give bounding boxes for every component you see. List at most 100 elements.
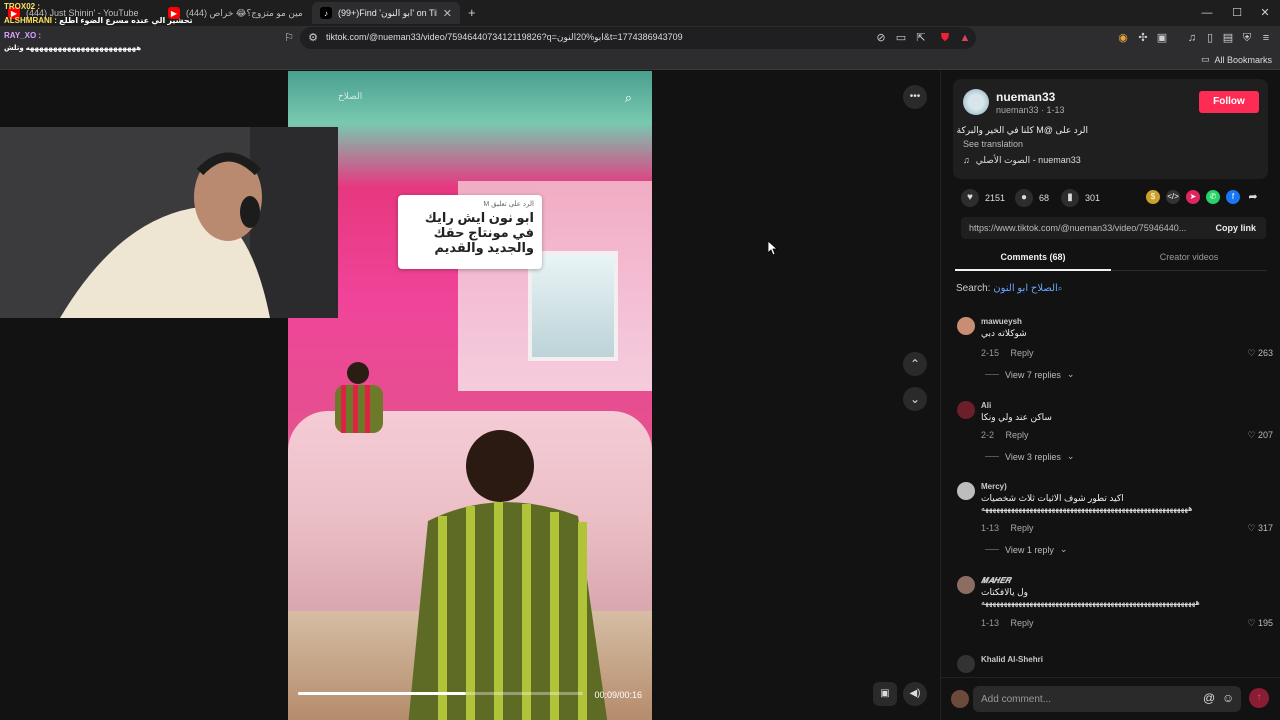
comment-item: Khalid Al-Shehri xyxy=(955,655,1273,675)
chat-message: تحشير الي عنده مسرع الضوء اطلع xyxy=(59,16,193,25)
view-replies-label: View 3 replies xyxy=(1005,451,1061,462)
cast-icon[interactable]: ▭ xyxy=(894,31,908,45)
search-label: Search: xyxy=(956,283,991,294)
save-count: 301 xyxy=(1085,193,1101,203)
chevron-down-icon: ⌄ xyxy=(1066,369,1075,379)
video-search-text[interactable]: الصلاح xyxy=(338,91,362,102)
comment-username[interactable]: Mercy) xyxy=(981,482,1007,491)
comment-username[interactable]: Khalid Al-Shehri xyxy=(981,655,1043,664)
extensions-puzzle-icon[interactable]: ✣ xyxy=(1136,31,1150,45)
volume-button[interactable]: ◀) xyxy=(903,682,927,706)
url-text: tiktok.com/@nueman33/video/7594644073412… xyxy=(326,32,683,42)
copy-link-button[interactable]: Copy link xyxy=(1215,223,1256,233)
site-info-icon[interactable]: ⚙ xyxy=(306,31,320,45)
tab-tiktok[interactable]: ♪ (99+)Find 'ابو النون' on TikTok ✕ xyxy=(312,2,460,24)
music-note-icon: ♫ xyxy=(963,155,970,165)
tab-comments[interactable]: Comments (68) xyxy=(955,252,1111,262)
video-scene-person-1 xyxy=(335,362,383,433)
minimize-button[interactable]: — xyxy=(1192,4,1222,22)
like-button[interactable]: ♥ 2151 xyxy=(961,189,1005,207)
whatsapp-icon[interactable]: ✆ xyxy=(1206,190,1220,204)
reply-button[interactable]: Reply xyxy=(1011,348,1034,358)
comment-item: Mercy) اكيد تطور شوف الاثيات ثلاث شخصيات… xyxy=(955,482,1273,562)
share-page-icon[interactable]: ⇱ xyxy=(914,31,928,45)
view-replies-label: View 1 reply xyxy=(1005,544,1054,555)
tab-creator-videos[interactable]: Creator videos xyxy=(1111,252,1267,262)
video-scene-person-2 xyxy=(408,430,608,720)
pip-button[interactable]: ▣ xyxy=(873,682,897,706)
comment-icon: ● xyxy=(1015,189,1033,207)
comment-username[interactable]: Ali xyxy=(981,401,991,410)
comment-meta: 2-15 Reply xyxy=(981,348,1034,358)
maximize-button[interactable]: ☐ xyxy=(1222,4,1252,22)
view-replies-button[interactable]: View 3 replies ⌄ xyxy=(985,451,1074,462)
reply-button[interactable]: Reply xyxy=(1011,523,1034,533)
music-link[interactable]: ♫ الصوت الأصلي - nueman33 xyxy=(963,155,1081,166)
next-video-button[interactable]: ⌄ xyxy=(903,387,927,411)
media-icon[interactable]: ♫ xyxy=(1185,31,1199,45)
address-bar[interactable]: ⚙ tiktok.com/@nueman33/video/75946440734… xyxy=(300,27,976,49)
all-bookmarks-button[interactable]: ▭ All Bookmarks xyxy=(1201,54,1272,65)
brave-shield-icon[interactable]: ⛊ xyxy=(938,31,952,45)
search-icon[interactable]: ⌕ xyxy=(625,90,632,106)
comment-date: 1-13 xyxy=(981,618,1000,628)
video-progress-bar[interactable] xyxy=(298,692,583,695)
comment-username[interactable]: 𝑴𝑨𝑯𝑬𝑹 xyxy=(981,576,1011,586)
comment-avatar[interactable] xyxy=(957,655,975,673)
comment-item: mawueysh شوكلاته دبي 2-15 Reply ♡ 263 Vi… xyxy=(955,317,1273,387)
close-window-button[interactable]: ✕ xyxy=(1250,4,1280,22)
embed-icon[interactable]: </> xyxy=(1166,190,1180,204)
author-avatar[interactable] xyxy=(963,89,989,115)
reply-button[interactable]: Reply xyxy=(1011,618,1034,628)
follow-button[interactable]: Follow xyxy=(1199,91,1259,113)
comment-like-button[interactable]: ♡ 195 xyxy=(1247,618,1273,629)
active-tab-indicator xyxy=(955,269,1111,271)
share-icon[interactable]: ➦ xyxy=(1246,190,1260,204)
tracking-icon[interactable]: ⊘ xyxy=(874,31,888,45)
sidebar-icon[interactable]: ▯ xyxy=(1203,31,1217,45)
comment-like-button[interactable]: ♡ 263 xyxy=(1247,348,1273,359)
menu-icon[interactable]: ≡ xyxy=(1259,31,1273,45)
view-replies-button[interactable]: View 1 reply ⌄ xyxy=(985,544,1067,555)
view-replies-button[interactable]: View 7 replies ⌄ xyxy=(985,369,1074,380)
comment-avatar[interactable] xyxy=(957,482,975,500)
comment-button[interactable]: ● 68 xyxy=(1015,189,1049,207)
wallet-icon[interactable]: ▤ xyxy=(1221,31,1235,45)
search-term-link[interactable]: الصلاح ابو النون xyxy=(993,283,1058,294)
video-details-sidebar: nueman33 nueman33 · 1-13 Follow الرد على… xyxy=(940,71,1280,720)
video-scene-window xyxy=(528,251,618,361)
new-tab-button[interactable]: + xyxy=(468,5,476,20)
close-tab-icon[interactable]: ✕ xyxy=(443,7,452,20)
vpn-icon[interactable]: ⛨ xyxy=(1240,31,1254,45)
previous-video-button[interactable]: ⌃ xyxy=(903,352,927,376)
comment-like-count: 317 xyxy=(1257,523,1273,533)
share-link[interactable]: https://www.tiktok.com/@nueman33/video/7… xyxy=(969,223,1197,233)
coin-icon[interactable]: $ xyxy=(1146,190,1160,204)
comment-like-button[interactable]: ♡ 207 xyxy=(1247,430,1273,441)
comment-avatar[interactable] xyxy=(957,401,975,419)
screenshot-icon[interactable]: ▣ xyxy=(1155,31,1169,45)
video-player[interactable]: الصلاح ⌕ الرد على تعليق M ابو نون ايش را… xyxy=(288,71,652,720)
mention-icon[interactable]: @ xyxy=(1203,691,1215,705)
post-comment-button[interactable]: ↑ xyxy=(1249,688,1269,708)
save-button[interactable]: ▮ 301 xyxy=(1061,189,1100,207)
see-translation-link[interactable]: See translation xyxy=(963,139,1023,149)
author-name[interactable]: nueman33 xyxy=(996,90,1055,104)
comment-text: ساكن عند ولي ونكا xyxy=(981,412,1052,422)
action-row: ♥ 2151 ● 68 ▮ 301 $ </> ➤ ✆ f ➦ xyxy=(961,189,1261,209)
extension-icon[interactable]: ◉ xyxy=(1116,31,1130,45)
emoji-icon[interactable]: ☺ xyxy=(1222,691,1234,705)
tiktok-page: الصلاح ⌕ الرد على تعليق M ابو نون ايش را… xyxy=(0,71,1280,720)
reply-sticker-header: الرد على تعليق M xyxy=(483,201,534,208)
reply-button[interactable]: Reply xyxy=(1006,430,1029,440)
rewards-icon[interactable]: ▲ xyxy=(958,31,972,45)
facebook-icon[interactable]: f xyxy=(1226,190,1240,204)
comment-like-button[interactable]: ♡ 317 xyxy=(1247,523,1273,534)
comment-username[interactable]: mawueysh xyxy=(981,317,1022,326)
more-options-button[interactable]: ••• xyxy=(903,85,927,109)
send-icon[interactable]: ➤ xyxy=(1186,190,1200,204)
mouse-cursor xyxy=(768,241,778,255)
comment-input[interactable] xyxy=(973,686,1241,712)
comment-avatar[interactable] xyxy=(957,317,975,335)
comment-avatar[interactable] xyxy=(957,576,975,594)
